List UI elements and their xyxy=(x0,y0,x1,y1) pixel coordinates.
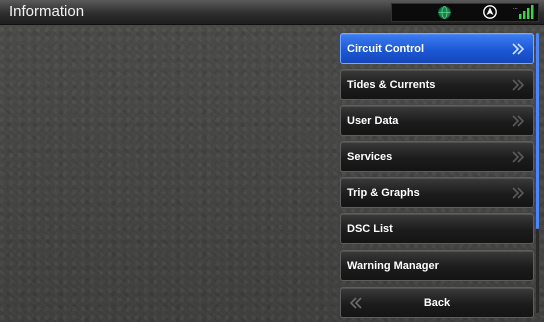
menu-item-label: Tides & Currents xyxy=(347,79,436,91)
signal-label: ··· xyxy=(513,6,518,12)
gps-globe-icon[interactable] xyxy=(438,6,451,19)
menu-item-services[interactable]: Services xyxy=(340,141,534,172)
menu-item-label: Trip & Graphs xyxy=(347,187,420,199)
menu-item-circuit-control[interactable]: Circuit Control xyxy=(340,33,534,64)
menu-item-tides-currents[interactable]: Tides & Currents xyxy=(340,69,534,100)
double-chevron-right-icon xyxy=(512,187,525,199)
menu-item-label: Circuit Control xyxy=(347,43,424,55)
double-chevron-right-icon xyxy=(512,115,525,127)
double-chevron-right-icon xyxy=(512,151,525,163)
menu-item-label: Services xyxy=(347,151,393,163)
menu-item-trip-graphs[interactable]: Trip & Graphs xyxy=(340,177,534,208)
back-button-label: Back xyxy=(423,297,451,309)
signal-strength-icon[interactable]: ··· xyxy=(513,4,535,20)
back-button[interactable]: Back xyxy=(340,287,534,318)
menu-item-user-data[interactable]: User Data xyxy=(340,105,534,136)
menu-item-warning-manager[interactable]: Warning Manager xyxy=(340,250,534,281)
menu-item-dsc-list[interactable]: DSC List xyxy=(340,213,534,244)
scrollbar-thumb[interactable] xyxy=(536,33,539,229)
menu-item-label: Warning Manager xyxy=(347,260,439,272)
navigation-compass-icon[interactable] xyxy=(483,5,497,19)
page-title: Information xyxy=(9,3,85,20)
menu-item-label: DSC List xyxy=(347,223,393,235)
double-chevron-right-icon xyxy=(512,79,525,91)
double-chevron-right-icon xyxy=(512,43,525,55)
menu-item-label: User Data xyxy=(347,115,399,127)
